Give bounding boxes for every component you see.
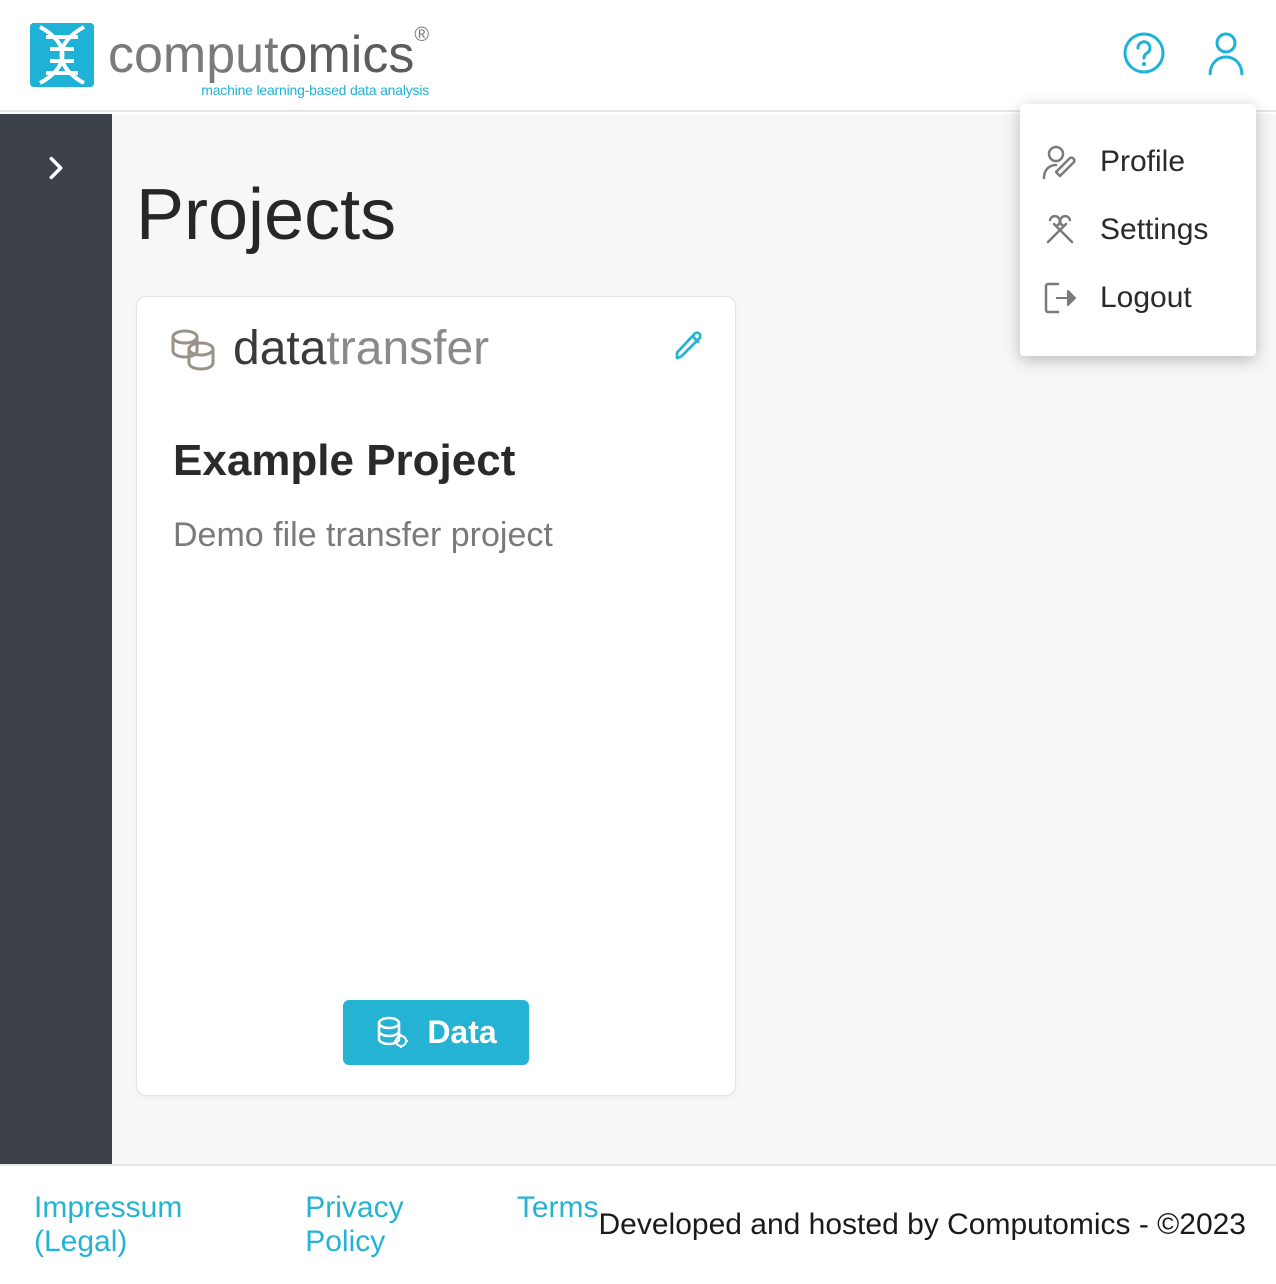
data-icon [375, 1015, 411, 1051]
brand-tagline: machine learning-based data analysis [201, 83, 429, 97]
project-type-text: datatransfer [233, 321, 489, 376]
project-name: Example Project [167, 436, 705, 486]
brand-wordmark: computomics® machine learning-based data… [108, 29, 429, 81]
pencil-icon [673, 330, 705, 362]
project-type-text-1: data [233, 322, 326, 375]
sidebar [0, 114, 112, 1164]
data-button[interactable]: Data [343, 1000, 528, 1065]
brand-text-2: omics [279, 26, 415, 84]
footer-links: Impressum (Legal) Privacy Policy Terms [34, 1191, 599, 1259]
header-actions [1122, 31, 1246, 80]
datatransfer-icon [167, 323, 219, 375]
help-button[interactable] [1122, 31, 1166, 80]
user-menu: Profile Settings Logout [1020, 104, 1256, 356]
profile-edit-icon [1040, 142, 1080, 182]
logout-icon [1040, 278, 1080, 318]
menu-item-logout[interactable]: Logout [1040, 264, 1236, 332]
brand-mark-icon [30, 23, 94, 87]
user-button[interactable] [1206, 31, 1246, 80]
chevron-right-icon [42, 154, 70, 182]
footer-credit: Developed and hosted by Computomics - ©2… [599, 1208, 1246, 1242]
brand-registered: ® [414, 24, 429, 46]
project-type-label: datatransfer [167, 321, 489, 376]
footer-link-legal[interactable]: Impressum (Legal) [34, 1191, 269, 1259]
project-card-head: datatransfer [167, 321, 705, 376]
sidebar-expand-button[interactable] [42, 169, 70, 186]
menu-item-profile-label: Profile [1100, 145, 1185, 179]
footer-link-terms[interactable]: Terms [517, 1191, 599, 1259]
footer-link-privacy[interactable]: Privacy Policy [305, 1191, 481, 1259]
footer: Impressum (Legal) Privacy Policy Terms D… [0, 1164, 1276, 1284]
tools-icon [1040, 210, 1080, 250]
menu-item-settings-label: Settings [1100, 213, 1208, 247]
menu-item-logout-label: Logout [1100, 281, 1192, 315]
project-description: Demo file transfer project [167, 516, 705, 555]
user-icon [1206, 31, 1246, 75]
brand-text-1: comput [108, 26, 279, 84]
menu-item-profile[interactable]: Profile [1040, 128, 1236, 196]
project-type-text-2: transfer [326, 322, 489, 375]
data-button-label: Data [427, 1014, 496, 1051]
header: computomics® machine learning-based data… [0, 0, 1276, 112]
brand-logo[interactable]: computomics® machine learning-based data… [30, 23, 429, 87]
project-card: datatransfer Example Project Demo file t… [136, 296, 736, 1096]
help-icon [1122, 31, 1166, 75]
edit-project-button[interactable] [673, 330, 705, 367]
menu-item-settings[interactable]: Settings [1040, 196, 1236, 264]
